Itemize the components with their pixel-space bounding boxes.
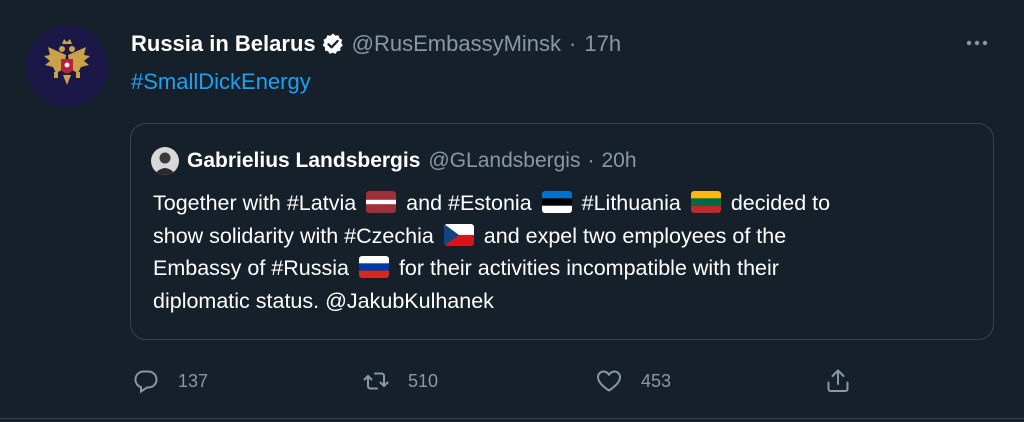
text-segment: Together with #Latvia: [153, 191, 357, 215]
quoted-text-line: diplomatic status. @JakubKulhanek: [153, 285, 963, 318]
heart-icon: [597, 370, 621, 392]
author-name[interactable]: Russia in Belarus: [131, 31, 316, 57]
text-segment: decided to: [730, 191, 831, 215]
quoted-text: Together with #Latvia and #Estonia #Lith…: [153, 187, 963, 317]
retweet-count: 510: [408, 370, 439, 391]
latvia-flag-icon: [366, 191, 397, 213]
reply-icon: [134, 370, 158, 394]
more-dots-icon[interactable]: [964, 30, 990, 56]
quoted-author-name[interactable]: Gabrielius Landsbergis: [187, 149, 420, 173]
quoted-author-avatar[interactable]: [151, 147, 179, 175]
person-avatar-icon: [151, 147, 179, 175]
retweet-icon: [363, 372, 389, 390]
like-count: 453: [641, 370, 672, 391]
author-avatar[interactable]: [26, 25, 108, 107]
text-segment: #Lithuania: [581, 191, 681, 215]
verified-badge-icon: [322, 33, 343, 54]
reply-count: 137: [178, 370, 209, 391]
author-handle[interactable]: @RusEmbassyMinsk: [352, 31, 561, 57]
text-segment: and #Estonia: [406, 191, 532, 215]
estonia-flag-icon: [541, 191, 572, 213]
tweet-header: Russia in Belarus @RusEmbassyMinsk · 17h: [131, 27, 621, 61]
coat-of-arms-icon: [26, 25, 108, 107]
quoted-text-line: Together with #Latvia and #Estonia #Lith…: [153, 187, 963, 220]
reply-button[interactable]: 137: [132, 358, 208, 404]
text-segment: for their activities incompatible with t…: [398, 256, 779, 280]
tweet-text[interactable]: #SmallDickEnergy: [131, 69, 311, 95]
quoted-tweet[interactable]: Gabrielius Landsbergis @GLandsbergis · 2…: [130, 123, 994, 340]
quoted-timestamp[interactable]: 20h: [601, 149, 636, 173]
text-segment: and expel two employees of the: [483, 223, 787, 248]
share-icon: [827, 369, 849, 392]
share-button[interactable]: [824, 358, 852, 404]
text-segment: diplomatic status. @JakubKulhanek: [153, 288, 494, 313]
header-separator: ·: [569, 31, 577, 56]
tweet-actions: 137 510 453: [0, 358, 1024, 404]
text-segment: Embassy of #Russia: [153, 256, 349, 280]
quoted-header: Gabrielius Landsbergis @GLandsbergis · 2…: [151, 146, 637, 176]
tweet-timestamp[interactable]: 17h: [584, 31, 621, 57]
tweet[interactable]: Russia in Belarus @RusEmbassyMinsk · 17h…: [0, 0, 1024, 422]
russia-flag-icon: [358, 256, 389, 278]
like-button[interactable]: 453: [595, 358, 671, 404]
text-segment: show solidarity with #Czechia: [153, 223, 434, 248]
lithuania-flag-icon: [690, 191, 721, 213]
czechia-flag-icon: [443, 223, 474, 246]
quoted-text-line: Embassy of #Russia for their activities …: [153, 252, 963, 285]
tweet-divider: [0, 418, 1024, 419]
quoted-separator: ·: [587, 149, 595, 172]
quoted-text-line: show solidarity with #Czechia and expel …: [153, 220, 963, 253]
retweet-button[interactable]: 510: [362, 358, 438, 404]
quoted-author-handle[interactable]: @GLandsbergis: [428, 149, 580, 173]
